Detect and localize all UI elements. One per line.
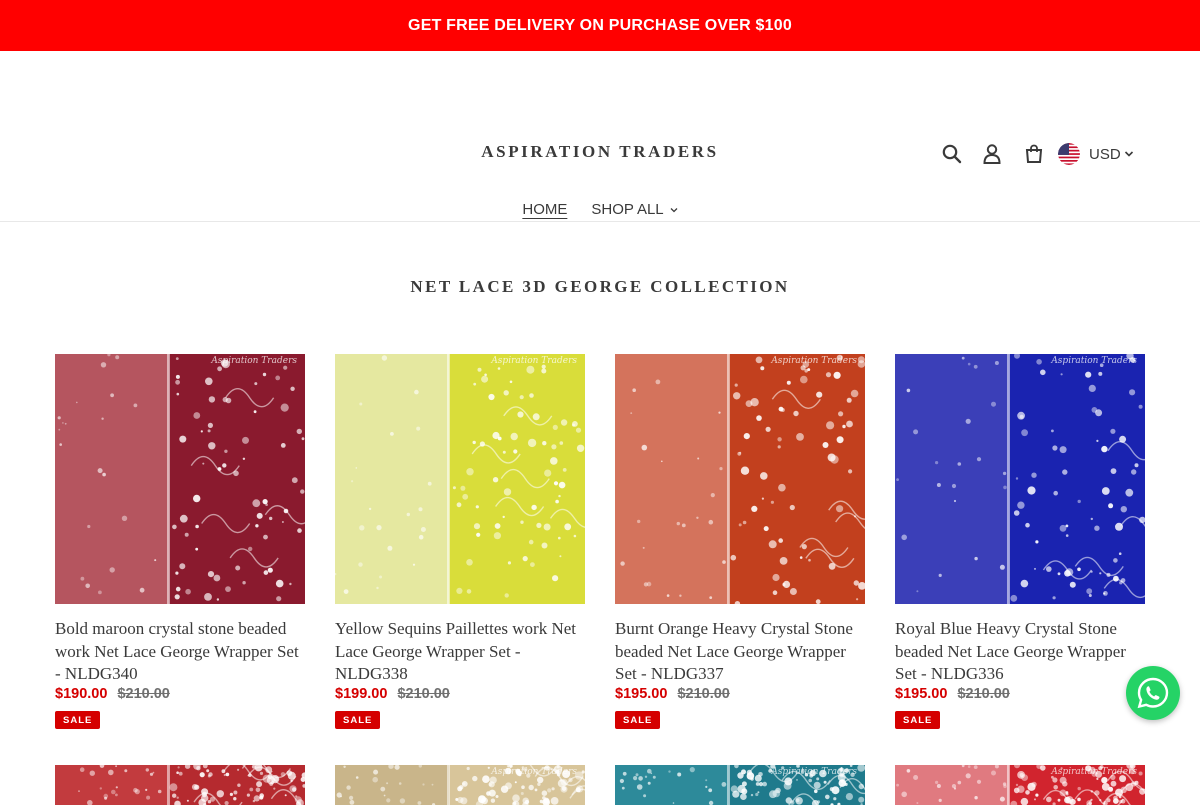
collection-title: NET LACE 3D GEORGE COLLECTION — [410, 277, 790, 296]
product-image[interactable] — [55, 764, 305, 805]
product-card[interactable]: Aspiration Traders — [335, 764, 585, 805]
compare-at-price: $210.00 — [957, 685, 1010, 702]
image-watermark: Aspiration Traders — [771, 356, 857, 366]
sale-price: $195.00 — [895, 685, 948, 702]
product-card[interactable]: Aspiration Traders Burnt Orange Heavy Cr… — [615, 354, 865, 729]
announcement-text: GET FREE DELIVERY ON PURCHASE OVER $100 — [408, 16, 792, 34]
product-prices: $199.00 $210.00 — [335, 686, 585, 702]
product-prices: $190.00 $210.00 — [55, 686, 305, 702]
product-image[interactable]: Aspiration Traders — [615, 354, 865, 604]
product-grid: Aspiration Traders Bold maroon crystal s… — [55, 354, 1145, 805]
nav-home[interactable]: HOME — [522, 201, 567, 218]
sale-badge: SALE — [335, 710, 381, 729]
search-icon[interactable] — [940, 139, 964, 169]
image-watermark: Aspiration Traders — [211, 356, 297, 366]
product-title[interactable]: Yellow Sequins Paillettes work Net Lace … — [335, 618, 585, 686]
image-watermark: Aspiration Traders — [771, 766, 857, 777]
product-image[interactable]: Aspiration Traders — [335, 764, 585, 805]
product-image[interactable]: Aspiration Traders — [615, 764, 865, 805]
product-card[interactable]: Aspiration Traders — [895, 764, 1145, 805]
compare-at-price: $210.00 — [117, 685, 170, 702]
whatsapp-chat-button[interactable] — [1126, 666, 1180, 720]
product-prices: $195.00 $210.00 — [895, 686, 1145, 702]
image-watermark: Aspiration Traders — [491, 766, 577, 777]
sale-price: $199.00 — [335, 685, 388, 702]
product-title[interactable]: Bold maroon crystal stone beaded work Ne… — [55, 618, 305, 686]
header-icons: USD — [940, 139, 1134, 169]
currency-selector[interactable]: USD — [1058, 143, 1134, 165]
currency-code: USD — [1089, 145, 1121, 163]
nav-shop-all[interactable]: SHOP ALL — [591, 201, 678, 218]
sale-badge: SALE — [615, 710, 661, 729]
product-image[interactable]: Aspiration Traders — [335, 354, 585, 604]
chevron-down-icon — [670, 207, 678, 213]
us-flag-icon — [1058, 143, 1080, 165]
product-image[interactable]: Aspiration Traders — [55, 354, 305, 604]
sale-price: $195.00 — [615, 685, 668, 702]
product-title[interactable]: Royal Blue Heavy Crystal Stone beaded Ne… — [895, 618, 1145, 686]
compare-at-price: $210.00 — [397, 685, 450, 702]
sale-badge: SALE — [895, 710, 941, 729]
image-watermark: Aspiration Traders — [1051, 356, 1137, 366]
sale-price: $190.00 — [55, 685, 108, 702]
product-card[interactable]: Aspiration Traders Yellow Sequins Paille… — [335, 354, 585, 729]
announcement-bar: GET FREE DELIVERY ON PURCHASE OVER $100 — [0, 0, 1200, 51]
main-nav: HOME SHOP ALL — [0, 201, 1200, 218]
product-prices: $195.00 $210.00 — [615, 686, 865, 702]
product-card[interactable] — [55, 764, 305, 805]
image-watermark: Aspiration Traders — [491, 356, 577, 366]
image-watermark: Aspiration Traders — [1051, 766, 1137, 777]
cart-icon[interactable] — [1022, 139, 1046, 169]
account-icon[interactable] — [980, 139, 1004, 169]
product-image[interactable]: Aspiration Traders — [895, 764, 1145, 805]
product-card[interactable]: Aspiration Traders Bold maroon crystal s… — [55, 354, 305, 729]
chevron-down-icon — [1124, 150, 1134, 158]
site-header: ASPIRATION TRADERS USD HOME SHOP ALL — [0, 51, 1200, 222]
product-image[interactable]: Aspiration Traders — [895, 354, 1145, 604]
compare-at-price: $210.00 — [677, 685, 730, 702]
product-title[interactable]: Burnt Orange Heavy Crystal Stone beaded … — [615, 618, 865, 686]
product-card[interactable]: Aspiration Traders Royal Blue Heavy Crys… — [895, 354, 1145, 729]
whatsapp-icon — [1137, 677, 1169, 709]
product-card[interactable]: Aspiration Traders — [615, 764, 865, 805]
sale-badge: SALE — [55, 710, 101, 729]
